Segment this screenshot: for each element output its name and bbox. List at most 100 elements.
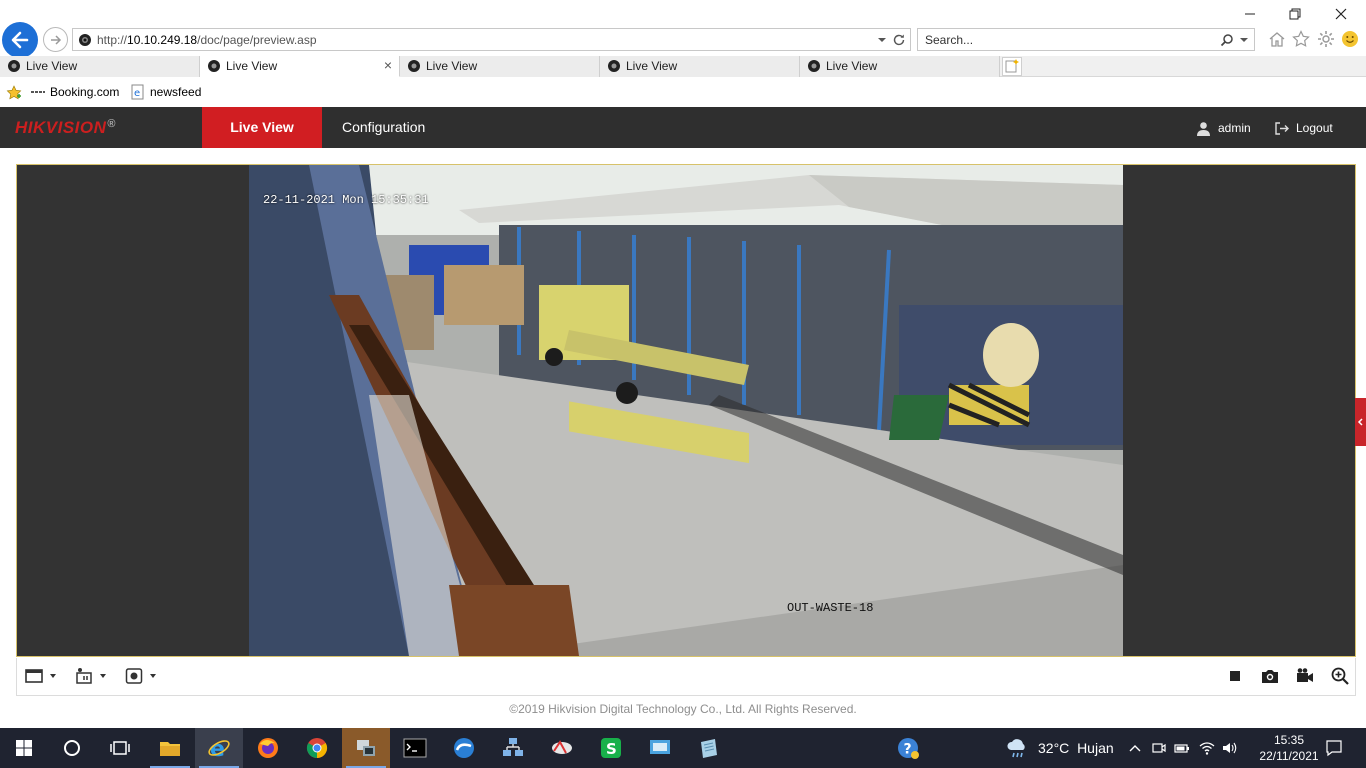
username: admin — [1218, 121, 1251, 135]
taskbar-wps[interactable]: S — [587, 728, 635, 768]
tab-live-view-4[interactable]: Live View — [600, 56, 800, 77]
clock-time: 15:35 — [1273, 733, 1305, 747]
favorite-newsfeed[interactable]: e newsfeed — [130, 84, 201, 100]
stream-type-button[interactable] — [75, 667, 107, 685]
taskbar-help[interactable]: ? — [884, 728, 932, 768]
notification-center-icon[interactable] — [1325, 739, 1343, 757]
tab-label: Live View — [826, 59, 878, 73]
favorite-booking[interactable]: Booking.com — [30, 84, 119, 100]
ie-page-icon: e — [131, 84, 144, 100]
close-window-icon[interactable] — [1331, 6, 1351, 22]
camera-scene-image — [249, 165, 1123, 656]
search-box[interactable]: Search... — [917, 28, 1255, 51]
battery-icon[interactable] — [1174, 740, 1190, 756]
plugin-button[interactable] — [125, 667, 157, 685]
refresh-icon[interactable] — [892, 33, 906, 47]
weather-text: Hujan — [1077, 740, 1114, 756]
window-layout-icon — [25, 669, 43, 683]
taskbar-network-app[interactable] — [489, 728, 537, 768]
taskbar-remote-app[interactable] — [342, 728, 390, 768]
search-circle-icon — [64, 740, 80, 756]
weather-temp: 32°C — [1038, 740, 1070, 756]
favorite-label: newsfeed — [150, 85, 202, 99]
zoom-in-icon — [1331, 667, 1349, 685]
task-view-icon — [110, 741, 130, 755]
window-layout-button[interactable] — [25, 667, 57, 685]
osd-timestamp: 22-11-2021 Mon 15:35:31 — [263, 193, 429, 207]
hikvision-header: HIKVISION® Live View Configuration admin… — [0, 107, 1366, 148]
ptz-panel-toggle[interactable] — [1355, 398, 1366, 446]
taskbar-satellite-app[interactable] — [538, 728, 586, 768]
user-menu[interactable]: admin — [1196, 119, 1251, 137]
restore-icon[interactable] — [1285, 6, 1305, 22]
cmd-icon — [403, 738, 427, 758]
taskbar-notes-app[interactable] — [685, 728, 733, 768]
stop-icon — [1230, 671, 1240, 681]
taskbar-chrome[interactable] — [293, 728, 341, 768]
record-button[interactable] — [1296, 667, 1314, 685]
favorites-bar-star-icon[interactable] — [6, 85, 22, 101]
back-button[interactable] — [2, 22, 38, 58]
address-bar[interactable]: http://10.10.249.18/doc/page/preview.asp — [72, 28, 911, 51]
svg-text:e: e — [134, 88, 140, 99]
favorite-label: Booking.com — [50, 85, 120, 99]
task-view-button[interactable] — [96, 728, 144, 768]
forward-button[interactable] — [43, 27, 68, 52]
taskbar-monitor-app[interactable] — [636, 728, 684, 768]
taskbar-edge-like-app[interactable] — [440, 728, 488, 768]
back-arrow-icon — [11, 31, 29, 49]
taskbar-search-button[interactable] — [48, 728, 96, 768]
capture-button[interactable] — [1261, 667, 1279, 685]
internet-explorer-icon: e — [208, 737, 230, 760]
search-dropdown-icon[interactable] — [1239, 34, 1249, 46]
booking-icon — [31, 91, 45, 93]
monitor-app-icon — [650, 740, 670, 754]
edge-like-icon — [454, 738, 474, 758]
logout-icon — [1275, 121, 1289, 135]
tab-live-view-3[interactable]: Live View — [400, 56, 600, 77]
logout-button[interactable]: Logout — [1274, 119, 1333, 137]
meet-now-icon[interactable] — [1151, 740, 1167, 756]
taskbar-firefox[interactable] — [244, 728, 292, 768]
tab-favicon-icon — [408, 60, 420, 72]
taskbar-cmd[interactable] — [391, 728, 439, 768]
chevron-up-icon[interactable] — [1127, 740, 1143, 756]
stop-all-button[interactable] — [1226, 667, 1244, 685]
camera-feed[interactable]: 22-11-2021 Mon 15:35:31 OUT-WASTE-18 — [249, 165, 1123, 656]
firefox-icon — [258, 738, 278, 758]
tab-live-view-2[interactable]: Live View × — [200, 56, 400, 77]
logout-label: Logout — [1296, 121, 1333, 135]
close-tab-icon[interactable]: × — [381, 57, 395, 73]
wifi-icon[interactable] — [1199, 740, 1215, 756]
minimize-icon[interactable] — [1240, 6, 1260, 22]
stream-type-icon — [76, 668, 92, 684]
tab-live-view-5[interactable]: Live View — [800, 56, 1000, 77]
wps-icon: S — [601, 738, 621, 758]
plugin-icon — [125, 668, 143, 684]
nav-live-view[interactable]: Live View — [202, 107, 322, 148]
tab-favicon-icon — [208, 60, 220, 72]
taskbar-internet-explorer[interactable]: e — [195, 728, 243, 768]
chevron-down-icon — [100, 674, 106, 678]
taskbar-file-explorer[interactable] — [146, 728, 194, 768]
video-window[interactable]: 22-11-2021 Mon 15:35:31 OUT-WASTE-18 — [16, 164, 1356, 657]
favorites-star-icon[interactable] — [1292, 30, 1310, 48]
windows-taskbar: e S ? 32°C Hujan 15:35 22/11/2021 — [0, 728, 1366, 768]
address-dropdown-icon[interactable] — [876, 33, 888, 47]
digital-zoom-button[interactable] — [1331, 667, 1349, 685]
home-icon[interactable] — [1268, 30, 1286, 48]
copyright-footer: ©2019 Hikvision Digital Technology Co., … — [509, 702, 857, 716]
notes-app-icon — [701, 739, 717, 758]
system-clock[interactable]: 15:35 22/11/2021 — [1256, 732, 1322, 764]
smiley-feedback-icon[interactable] — [1341, 30, 1359, 48]
svg-text:S: S — [606, 740, 617, 758]
chrome-icon — [306, 738, 328, 759]
tab-live-view-1[interactable]: Live View — [0, 56, 200, 77]
new-tab-button[interactable] — [1002, 57, 1022, 76]
weather-widget[interactable]: 32°C Hujan — [1006, 728, 1114, 768]
nav-configuration[interactable]: Configuration — [342, 107, 425, 148]
search-icon[interactable] — [1220, 33, 1234, 47]
gear-icon[interactable] — [1317, 30, 1335, 48]
volume-icon[interactable] — [1221, 740, 1237, 756]
start-button[interactable] — [0, 728, 48, 768]
